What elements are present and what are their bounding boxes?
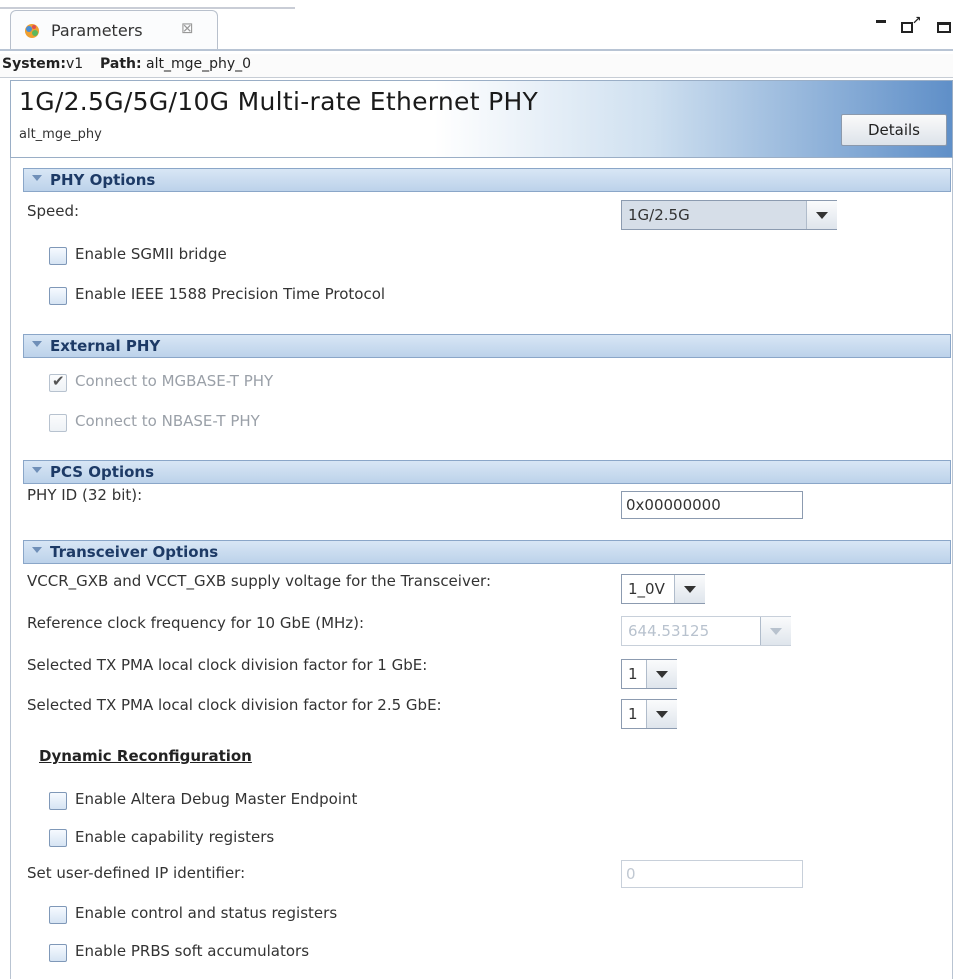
section-title: PCS Options (50, 463, 155, 481)
nbase-label: Connect to NBASE-T PHY (75, 412, 260, 430)
refclk-label: Reference clock frequency for 10 GbE (MH… (27, 614, 365, 632)
tx25g-value: 1 (628, 705, 638, 723)
section-title: Transceiver Options (50, 543, 219, 561)
speed-label: Speed: (27, 202, 80, 220)
section-pcs-options[interactable]: PCS Options (23, 460, 951, 484)
tab-parameters[interactable]: Parameters ⊠ (10, 10, 218, 50)
prbs-checkbox[interactable] (49, 944, 67, 962)
collapse-arrow-icon (32, 467, 42, 473)
chevron-down-icon (646, 700, 677, 728)
tab-bar-divider (0, 49, 953, 51)
debug-endpoint-label: Enable Altera Debug Master Endpoint (75, 790, 358, 808)
details-button[interactable]: Details (841, 114, 947, 146)
tx1g-label: Selected TX PMA local clock division fac… (27, 656, 428, 674)
collapse-arrow-icon (32, 341, 42, 347)
path-label: Path: (100, 56, 142, 72)
nbase-checkbox[interactable] (49, 414, 67, 432)
mgbase-checkbox[interactable]: ✔ (49, 372, 67, 392)
tab-bar: Parameters ⊠ ↗ (0, 0, 953, 54)
chevron-down-icon (760, 617, 791, 645)
ip-id-label: Set user-defined IP identifier: (27, 864, 246, 882)
dynamic-reconfig-title: Dynamic Reconfiguration (39, 747, 252, 765)
sgmii-label: Enable SGMII bridge (75, 245, 227, 263)
ip-id-input[interactable]: 0 (621, 860, 803, 888)
chevron-down-icon (674, 575, 705, 603)
ieee1588-checkbox[interactable] (49, 287, 67, 305)
capability-checkbox[interactable] (49, 829, 67, 847)
prbs-label: Enable PRBS soft accumulators (75, 942, 310, 960)
tab-label: Parameters (51, 21, 143, 40)
tx1g-select[interactable]: 1 (621, 659, 677, 689)
parameters-panel: PHY Options Speed: 1G/2.5G Enable SGMII … (10, 158, 953, 979)
section-external-phy[interactable]: External PHY (23, 334, 951, 358)
tx25g-select[interactable]: 1 (621, 699, 677, 729)
collapse-arrow-icon (32, 175, 42, 181)
section-title: External PHY (50, 337, 161, 355)
maximize-icon[interactable] (937, 22, 951, 33)
phy-id-label: PHY ID (32 bit): (27, 486, 143, 504)
checkmark-icon: ✔ (52, 372, 65, 390)
refclk-value: 644.53125 (628, 622, 710, 640)
page-title: 1G/2.5G/5G/10G Multi-rate Ethernet PHY (19, 87, 539, 116)
sgmii-checkbox[interactable] (49, 247, 67, 265)
csr-label: Enable control and status registers (75, 904, 338, 922)
restore-arrow-icon: ↗ (912, 14, 922, 27)
phy-id-input[interactable]: 0x00000000 (621, 491, 803, 519)
csr-checkbox[interactable] (49, 906, 67, 924)
chevron-down-icon (806, 201, 837, 229)
section-title: PHY Options (50, 171, 156, 189)
close-icon[interactable]: ⊠ (181, 19, 194, 37)
system-label: System: (2, 56, 66, 72)
minimize-icon[interactable] (876, 20, 886, 23)
system-path-bar: System: v1 Path: alt_mge_phy_0 (0, 54, 953, 78)
tx1g-value: 1 (628, 665, 638, 683)
path-value: alt_mge_phy_0 (146, 56, 252, 72)
vccr-label: VCCR_GXB and VCCT_GXB supply voltage for… (27, 572, 492, 590)
system-value: v1 (66, 56, 84, 72)
capability-label: Enable capability registers (75, 828, 275, 846)
mgbase-label: Connect to MGBASE-T PHY (75, 372, 274, 390)
speed-select[interactable]: 1G/2.5G (621, 200, 837, 230)
debug-endpoint-checkbox[interactable] (49, 792, 67, 810)
section-phy-options[interactable]: PHY Options (23, 168, 951, 192)
tx25g-label: Selected TX PMA local clock division fac… (27, 696, 442, 714)
speed-value: 1G/2.5G (628, 206, 690, 224)
component-name: alt_mge_phy (19, 127, 102, 142)
component-header: 1G/2.5G/5G/10G Multi-rate Ethernet PHY a… (10, 80, 953, 158)
collapse-arrow-icon (32, 547, 42, 553)
chevron-down-icon (646, 660, 677, 688)
vccr-select[interactable]: 1_0V (621, 574, 705, 604)
ieee1588-label: Enable IEEE 1588 Precision Time Protocol (75, 285, 386, 303)
refclk-select[interactable]: 644.53125 (621, 616, 791, 646)
section-transceiver-options[interactable]: Transceiver Options (23, 540, 951, 564)
vccr-value: 1_0V (628, 580, 665, 598)
tab-bar-top-line (0, 7, 295, 9)
parameters-icon (25, 24, 39, 38)
